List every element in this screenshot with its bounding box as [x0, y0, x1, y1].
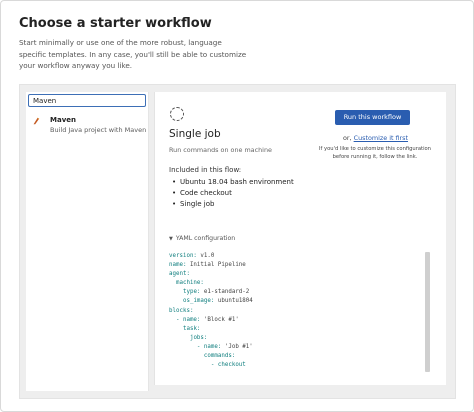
yaml-key: name:	[169, 262, 187, 269]
page-title: Choose a starter workflow	[19, 16, 212, 31]
job-title: Single job	[169, 128, 221, 140]
yaml-line: agent:	[169, 270, 431, 279]
list-item: Code checkout	[172, 188, 294, 199]
list-item: Ubuntu 18.04 bash environment	[172, 177, 294, 188]
yaml-key: blocks:	[169, 307, 194, 314]
yaml-line: blocks:	[169, 307, 431, 316]
list-item: Single job	[172, 199, 294, 210]
yaml-value: Initial Pipeline	[186, 262, 246, 269]
yaml-line: task:	[169, 325, 431, 334]
yaml-key: - name:	[175, 316, 201, 323]
included-list: Ubuntu 18.04 bash environment Code check…	[172, 177, 294, 210]
yaml-line: machine:	[169, 279, 431, 288]
yaml-key: commands:	[203, 353, 236, 360]
workflow-title: Maven	[50, 116, 76, 124]
yaml-code-block: version: v1.0 name: Initial Pipeline agent…	[169, 252, 431, 380]
customize-link[interactable]: Customize it first	[354, 134, 408, 142]
yaml-value: 'Block #1'	[200, 316, 239, 323]
yaml-line: version: v1.0	[169, 252, 431, 261]
yaml-line: type: e1-standard-2	[169, 288, 431, 297]
yaml-line: - name: 'Job #1'	[169, 343, 431, 352]
yaml-line: commands:	[169, 352, 431, 361]
search-input[interactable]	[28, 94, 146, 107]
yaml-key: task:	[182, 325, 201, 332]
run-workflow-button[interactable]: Run this workflow	[335, 110, 410, 125]
or-prefix: or,	[343, 134, 352, 142]
loading-spinner-icon	[170, 107, 184, 121]
included-heading: Included in this flow:	[169, 166, 242, 174]
workflow-detail: Single job Run commands on one machine R…	[154, 92, 446, 385]
yaml-toggle-label: YAML configuration	[175, 235, 236, 242]
yaml-key: version:	[169, 253, 197, 259]
customize-note: If you'd like to customize this configur…	[319, 146, 431, 160]
yaml-key: machine:	[175, 280, 204, 287]
workflow-item-maven[interactable]: Maven Build Java project with Maven	[28, 114, 146, 138]
yaml-key: - checkout	[210, 362, 246, 369]
workflow-description: Build Java project with Maven	[50, 126, 147, 134]
yaml-key: - name:	[196, 343, 222, 350]
yaml-value: e1-standard-2	[200, 289, 250, 296]
yaml-line: name: Initial Pipeline	[169, 261, 431, 270]
yaml-value: 'Job #1'	[221, 343, 253, 350]
triangle-down-icon: ▼	[169, 236, 173, 242]
yaml-line: - checkout	[169, 361, 431, 370]
job-subtitle: Run commands on one machine	[169, 146, 272, 154]
yaml-value: v1.0	[196, 253, 215, 259]
yaml-value: ubuntu1804	[214, 298, 253, 305]
yaml-key: jobs:	[189, 334, 208, 341]
starter-workflow-page: Choose a starter workflow Start minimall…	[0, 0, 474, 412]
yaml-line: jobs:	[169, 334, 431, 343]
yaml-key: type:	[182, 289, 201, 296]
yaml-key: agent:	[169, 271, 190, 278]
yaml-key: os_image:	[182, 298, 215, 305]
feather-icon	[33, 117, 40, 125]
intro-text: Start minimally or use one of the more r…	[19, 38, 247, 70]
yaml-configuration-toggle[interactable]: ▼ YAML configuration	[169, 235, 235, 242]
workflow-sidebar: Maven Build Java project with Maven	[26, 92, 149, 391]
code-scrollbar[interactable]	[425, 252, 430, 372]
yaml-line: - name: 'Block #1'	[169, 316, 431, 325]
customize-line: or, Customize it first	[343, 134, 408, 142]
yaml-line: os_image: ubuntu1804	[169, 297, 431, 306]
